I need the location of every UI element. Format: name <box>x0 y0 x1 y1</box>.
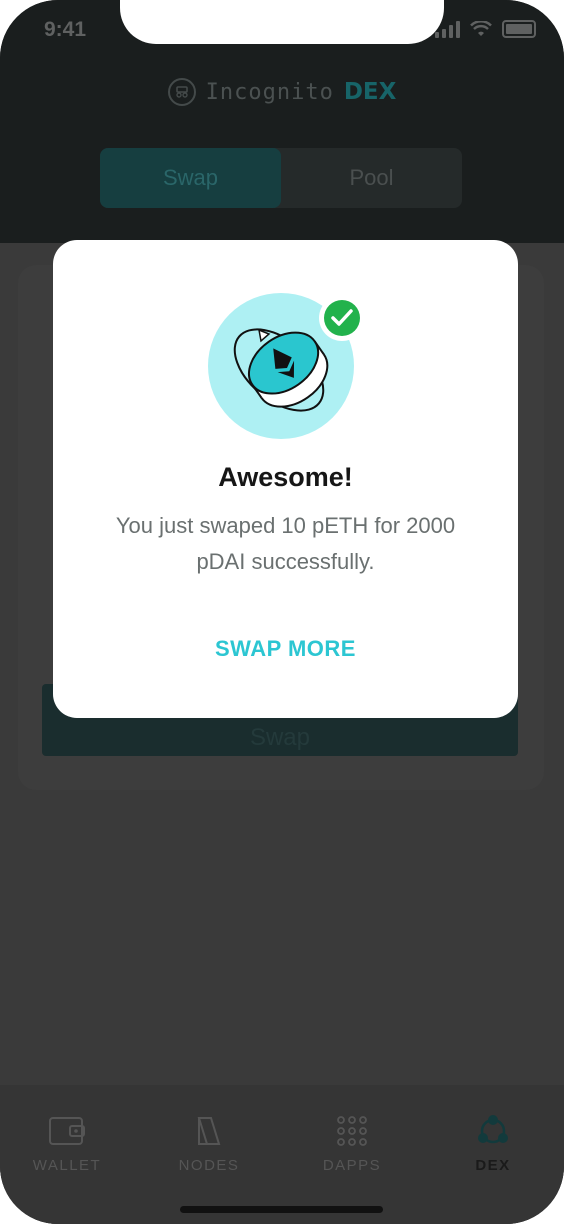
incognito-logo-icon <box>167 78 196 106</box>
bottom-tab-bar: WALLET NODES DAPPS DEX <box>0 1085 564 1224</box>
tab-dex-label: DEX <box>475 1157 511 1174</box>
home-indicator <box>180 1206 383 1213</box>
signal-icon <box>435 20 460 38</box>
wifi-icon <box>470 21 492 36</box>
tab-swap[interactable]: Swap <box>100 148 281 208</box>
tab-pool[interactable]: Pool <box>281 148 462 208</box>
swap-success-illustration <box>208 293 365 439</box>
tab-dapps[interactable]: DAPPS <box>297 1115 407 1174</box>
battery-icon <box>502 20 536 38</box>
success-modal: Awesome! You just swaped 10 pETH for 200… <box>53 240 518 718</box>
nodes-icon <box>197 1117 221 1145</box>
tab-dex[interactable]: DEX <box>438 1115 548 1174</box>
wallet-icon <box>49 1117 85 1145</box>
tab-wallet[interactable]: WALLET <box>12 1115 122 1174</box>
tab-wallet-label: WALLET <box>32 1157 102 1174</box>
status-time: 9:41 <box>44 18 87 41</box>
tab-nodes-label: NODES <box>178 1157 240 1174</box>
status-icons <box>435 20 536 38</box>
tab-nodes[interactable]: NODES <box>154 1115 264 1174</box>
device-notch <box>120 0 444 44</box>
dapps-icon <box>337 1116 367 1146</box>
brand-suffix: DEX <box>343 79 397 105</box>
app-brand: Incognito DEX <box>0 78 564 106</box>
modal-message: You just swaped 10 pETH for 2000 pDAI su… <box>115 513 456 574</box>
swap-more-button[interactable]: SWAP MORE <box>53 636 518 662</box>
dex-icon <box>478 1115 508 1144</box>
phone-screen: 9:41 Incognito DEX Swap Pool Swap WALLET… <box>0 0 564 1224</box>
modal-title: Awesome! <box>218 462 353 492</box>
tab-dapps-label: DAPPS <box>322 1157 382 1174</box>
swap-pool-segmented-control: Swap Pool <box>100 148 462 208</box>
brand-name: Incognito <box>205 79 334 105</box>
swap-button-label: Swap <box>249 724 311 751</box>
